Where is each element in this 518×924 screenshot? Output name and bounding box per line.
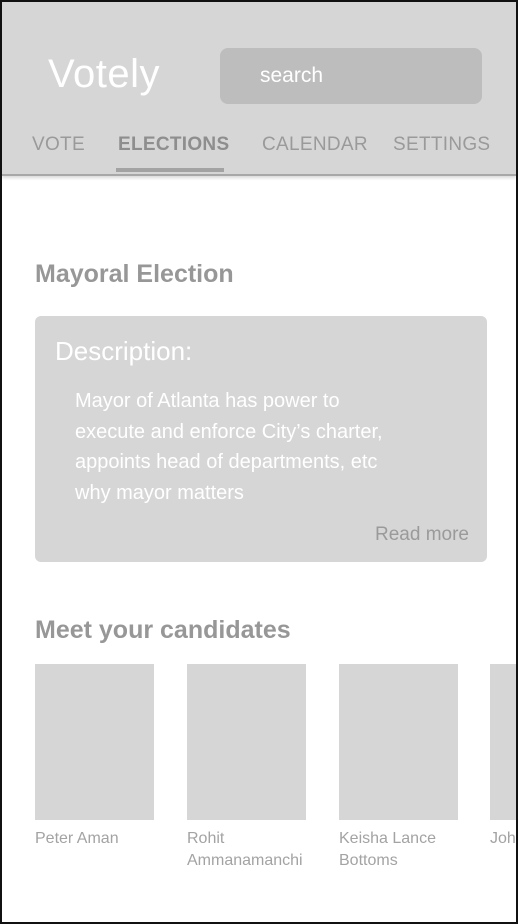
candidate-name-2[interactable]: Rohit Ammanamanchi	[187, 828, 317, 872]
tab-calendar[interactable]: CALENDAR	[262, 134, 368, 156]
candidate-name-3[interactable]: Keisha Lance Bottoms	[339, 828, 469, 872]
candidate-photo-1[interactable]	[35, 664, 154, 820]
tab-settings[interactable]: SETTINGS	[393, 134, 490, 156]
description-heading: Description:	[55, 336, 193, 366]
read-more-link[interactable]: Read more	[375, 524, 469, 546]
candidate-photo-4[interactable]	[490, 664, 516, 820]
election-title: Mayoral Election	[35, 260, 234, 288]
candidate-name-1[interactable]: Peter Aman	[35, 828, 165, 850]
candidate-photo-2[interactable]	[187, 664, 306, 820]
candidate-name-4[interactable]: Joh	[490, 828, 516, 850]
app-header: Votely search VOTE ELECTIONS CALENDAR SE…	[2, 2, 516, 176]
tab-vote[interactable]: VOTE	[32, 134, 85, 156]
candidates-title: Meet your candidates	[35, 616, 291, 644]
app-frame: Votely search VOTE ELECTIONS CALENDAR SE…	[0, 0, 518, 924]
candidate-photo-3[interactable]	[339, 664, 458, 820]
description-body: Mayor of Atlanta has power to execute an…	[75, 390, 383, 504]
active-tab-indicator	[116, 168, 224, 172]
app-logo: Votely	[48, 52, 160, 96]
search-placeholder: search	[260, 64, 324, 87]
tab-elections[interactable]: ELECTIONS	[118, 134, 229, 156]
search-input[interactable]: search	[220, 48, 482, 104]
description-card: Description: Mayor of Atlanta has power …	[35, 316, 487, 562]
